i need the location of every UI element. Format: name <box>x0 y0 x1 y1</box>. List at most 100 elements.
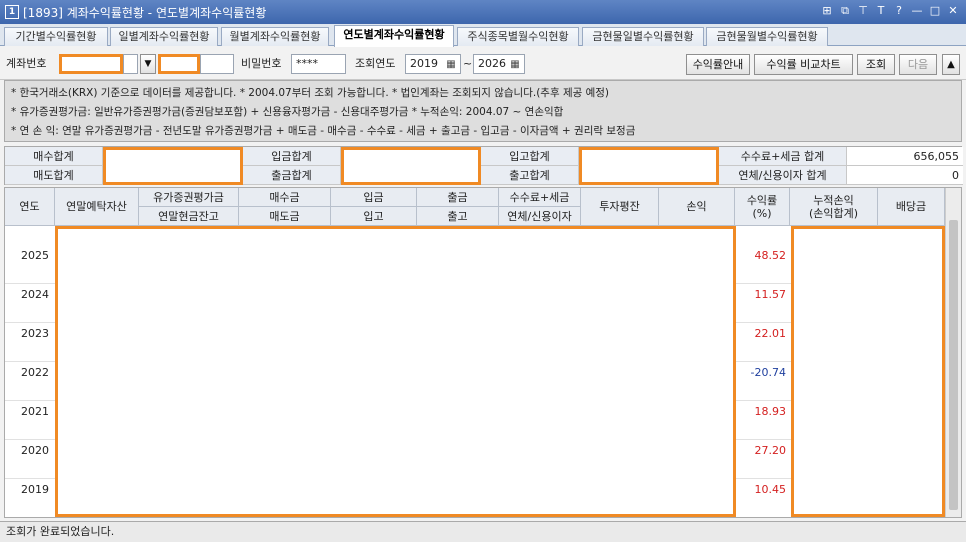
collapse-button[interactable]: ▲ <box>942 54 960 75</box>
calendar-icon[interactable]: ▦ <box>507 56 523 74</box>
col-return-rate: 수익률 (%) <box>735 188 790 226</box>
maximize-icon[interactable]: □ <box>928 3 942 19</box>
copy-window-icon[interactable]: ⧉ <box>838 3 852 19</box>
next-button[interactable]: 다음 <box>899 54 937 75</box>
query-button[interactable]: 조회 <box>857 54 895 75</box>
range-separator: ~ <box>463 57 473 70</box>
account-number-input[interactable] <box>59 54 123 74</box>
window-controls: ⊞ ⧉ ⊤ T ? — □ ✕ <box>820 3 960 19</box>
buy-total-label: 매수합계 <box>5 147 103 166</box>
row-return-rate: -20.74 <box>750 366 786 379</box>
overdue-interest-total-label: 연체/신용이자 합계 <box>719 166 847 185</box>
row-return-rate: 48.52 <box>754 249 787 262</box>
help-icon[interactable]: ? <box>892 3 906 19</box>
row-year: 2023 <box>21 327 49 340</box>
year-from-value: 2019 <box>410 57 438 70</box>
row-year: 2024 <box>21 288 49 301</box>
notice-line: * 연 손 익: 연말 유가증권평가금 - 전년도말 유가증권평가금 + 매도금… <box>11 125 636 137</box>
col-year: 연도 <box>5 188 55 226</box>
tab-yearly-return[interactable]: 연도별계좌수익률현황 <box>334 25 454 47</box>
tab-gold-monthly[interactable]: 금현물월별수익률현황 <box>706 27 828 46</box>
summary-panel: 매수합계 매도합계 입금합계 출금합계 입고합계 출고합계 수수료+세금 합계 … <box>4 146 963 185</box>
account-dropdown-button[interactable]: ▼ <box>140 54 156 74</box>
year-label: 조회연도 <box>355 57 396 70</box>
tab-daily-return[interactable]: 일별계좌수익률현황 <box>110 27 218 46</box>
col-inbound: 입고 <box>331 207 417 226</box>
in-out-total-value <box>579 147 719 185</box>
deposit-total-label: 입금합계 <box>243 147 341 166</box>
deposit-withdraw-total-value <box>341 147 481 185</box>
row-year: 2019 <box>21 483 49 496</box>
return-guide-button[interactable]: 수익률안내 <box>686 54 750 75</box>
row-year: 2025 <box>21 249 49 262</box>
row-year: 2022 <box>21 366 49 379</box>
minimize-icon[interactable]: — <box>910 3 924 19</box>
year-to-value: 2026 <box>478 57 506 70</box>
col-sell-amount: 매도금 <box>239 207 331 226</box>
row-return-rate: 18.93 <box>754 405 787 418</box>
calendar-icon[interactable]: ▦ <box>443 56 459 74</box>
col-deposit: 입금 <box>331 188 417 207</box>
col-fee-tax: 수수료+세금 <box>499 188 581 207</box>
status-bar: 조회가 완료되었습니다. <box>0 521 966 542</box>
password-input[interactable]: **** <box>291 54 346 74</box>
scrollbar-thumb[interactable] <box>949 220 958 510</box>
buy-sell-total-value <box>103 147 243 185</box>
col-profit: 손익 <box>659 188 735 226</box>
vertical-scrollbar[interactable] <box>945 188 961 517</box>
yearly-return-table: 연도 연말예탁자산 유가증권평가금 연말현금잔고 매수금 매도금 입금 입고 출… <box>4 187 962 518</box>
notice-panel: * 한국거래소(KRX) 기준으로 데이터를 제공합니다. * 2004.07부… <box>4 80 962 142</box>
font-size-icon[interactable]: T <box>874 3 888 19</box>
return-compare-chart-button[interactable]: 수익률 비교차트 <box>754 54 853 75</box>
col-securities-eval: 유가증권평가금 <box>139 188 239 207</box>
withdraw-total-label: 출금합계 <box>243 166 341 185</box>
col-buy-amount: 매수금 <box>239 188 331 207</box>
fee-tax-total-value: 656,055 <box>847 147 963 166</box>
col-cumulative-profit: 누적손익 (손익합계) <box>790 188 878 226</box>
close-icon[interactable]: ✕ <box>946 3 960 19</box>
window-title: [1893] 계좌수익률현황 - 연도별계좌수익률현황 <box>23 5 267 20</box>
col-avg-investment: 투자평잔 <box>581 188 659 226</box>
account-label: 계좌번호 <box>6 57 47 70</box>
col-cash-balance: 연말현금잔고 <box>139 207 239 226</box>
row-return-rate: 11.57 <box>754 288 787 301</box>
col-withdraw: 출금 <box>417 188 499 207</box>
chevron-up-icon: ▲ <box>947 59 955 70</box>
out-total-label: 출고합계 <box>481 166 579 185</box>
overdue-interest-total-value: 0 <box>847 166 963 185</box>
notice-line: * 유가증권평가금: 일반유가증권평가금(증권담보포함) + 신용융자평가금 -… <box>11 106 564 118</box>
row-year: 2020 <box>21 444 49 457</box>
sell-total-label: 매도합계 <box>5 166 103 185</box>
row-return-rate: 10.45 <box>754 483 787 496</box>
tab-period-return[interactable]: 기간별수익률현황 <box>4 27 108 46</box>
tab-bar: 기간별수익률현황 일별계좌수익률현황 월별계좌수익률현황 연도별계좌수익률현황 … <box>0 24 966 47</box>
col-dividend: 배당금 <box>878 188 945 226</box>
year-to-input[interactable]: 2026 ▦ <box>473 54 525 74</box>
col-overdue-interest: 연체/신용이자 <box>499 207 581 226</box>
chevron-down-icon: ▼ <box>144 59 152 69</box>
redacted-cumulative-area <box>791 226 945 517</box>
title-bar: 1 [1893] 계좌수익률현황 - 연도별계좌수익률현황 ⊞ ⧉ ⊤ T ? … <box>0 0 966 24</box>
status-message: 조회가 완료되었습니다. <box>6 525 115 538</box>
account-name-field <box>158 54 200 74</box>
pin-icon[interactable]: ⊤ <box>856 3 870 19</box>
password-label: 비밀번호 <box>241 57 282 70</box>
col-deposit-asset: 연말예탁자산 <box>55 188 139 226</box>
col-outbound: 출고 <box>417 207 499 226</box>
query-panel: 계좌번호 ▼ 비밀번호 **** 조회연도 2019 ▦ ~ 2026 ▦ 수익… <box>0 47 966 80</box>
redacted-values-area <box>55 226 736 517</box>
tab-monthly-return[interactable]: 월별계좌수익률현황 <box>221 27 329 46</box>
row-return-rate: 27.20 <box>754 444 787 457</box>
account-number-input-ext[interactable] <box>123 54 138 74</box>
year-from-input[interactable]: 2019 ▦ <box>405 54 461 74</box>
tab-stock-monthly[interactable]: 주식종목별월수익현황 <box>457 27 579 46</box>
app-icon: 1 <box>5 5 19 19</box>
account-name-field-ext <box>200 54 234 74</box>
in-total-label: 입고합계 <box>481 147 579 166</box>
notice-line: * 한국거래소(KRX) 기준으로 데이터를 제공합니다. * 2004.07부… <box>11 87 610 99</box>
grid-layout-icon[interactable]: ⊞ <box>820 3 834 19</box>
tab-gold-daily[interactable]: 금현물일별수익률현황 <box>582 27 704 46</box>
fee-tax-total-label: 수수료+세금 합계 <box>719 147 847 166</box>
row-year: 2021 <box>21 405 49 418</box>
row-return-rate: 22.01 <box>754 327 787 340</box>
